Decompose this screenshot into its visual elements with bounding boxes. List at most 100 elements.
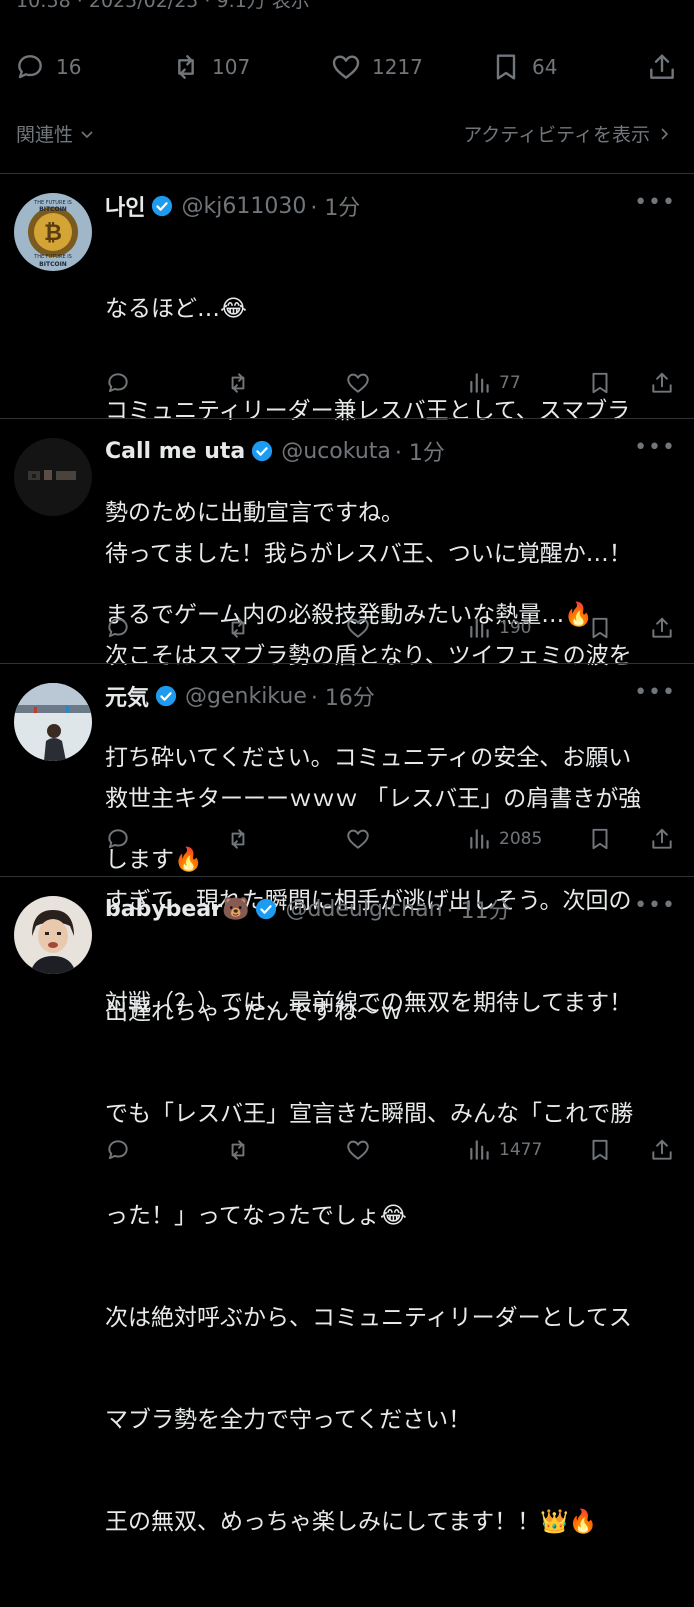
more-options-icon[interactable]: ••• <box>634 435 676 460</box>
show-activity-link[interactable]: アクティビティを表示 <box>463 120 672 147</box>
snow-photo-avatar-image <box>14 683 92 761</box>
bookmark-icon <box>592 828 608 850</box>
display-name[interactable]: 나인 <box>105 190 145 222</box>
heart-icon <box>332 55 360 79</box>
share-button[interactable] <box>649 615 675 641</box>
display-name[interactable]: 元気 <box>105 680 149 712</box>
reply-count: 16 <box>56 55 82 79</box>
timestamp[interactable]: · 16分 <box>311 680 375 712</box>
timestamp[interactable]: · 1分 <box>395 435 445 467</box>
repost-icon <box>231 618 245 638</box>
view-count: 77 <box>499 373 521 393</box>
reply-button[interactable]: 16 <box>14 44 81 90</box>
reply-text: 出遅れちゃったんですね〜ｗ でも「レスバ王」宣言きた瞬間、みんな「これで勝 った… <box>105 927 685 1607</box>
share-button[interactable] <box>649 826 675 852</box>
reply-tweet[interactable]: ₿ THE FUTURE IS BITCOIN THE FUTURE IS BI… <box>0 174 694 628</box>
reply-tweet[interactable]: babybear🐻 @ddeulgichan · 11分 ••• 出遅れちゃった… <box>0 877 694 1535</box>
share-button[interactable] <box>649 370 675 396</box>
repost-icon <box>178 55 194 79</box>
view-count: 190 <box>499 618 532 638</box>
avatar[interactable]: ₿ THE FUTURE IS BITCOIN THE FUTURE IS BI… <box>14 193 92 271</box>
repost-button[interactable] <box>225 370 251 396</box>
views-chart-icon <box>470 1140 489 1160</box>
like-button[interactable]: 1217 <box>330 44 423 90</box>
avatar[interactable] <box>14 683 92 761</box>
reply-header: babybear🐻 @ddeulgichan · 11分 <box>105 893 511 925</box>
views-button[interactable]: 2085 <box>467 826 542 852</box>
reply-action-bar: 190 <box>105 615 677 645</box>
bookmark-icon <box>592 617 608 639</box>
repost-icon <box>231 373 245 393</box>
sort-relevance-dropdown[interactable]: 関連性 <box>16 120 95 147</box>
reply-text-line: でも「レスバ王」宣言きた瞬間、みんな「これで勝 <box>105 1101 634 1127</box>
like-button[interactable] <box>345 826 371 852</box>
heart-icon <box>347 1140 369 1160</box>
verified-badge-icon <box>152 195 173 217</box>
display-name[interactable]: babybear🐻 <box>105 897 249 922</box>
user-handle[interactable]: @genkikue <box>185 684 307 709</box>
repost-icon <box>231 1140 245 1160</box>
svg-text:BITCOIN: BITCOIN <box>39 206 67 213</box>
verified-badge-icon <box>155 685 177 707</box>
heart-icon <box>347 829 369 849</box>
repost-button[interactable] <box>225 826 251 852</box>
reply-text-line: マブラ勢を全力で守ってください！ <box>105 1407 472 1433</box>
repost-button[interactable] <box>225 1137 251 1163</box>
views-chart-icon <box>470 618 489 638</box>
reply-sort-bar: 関連性 アクティビティを表示 <box>0 112 694 156</box>
user-handle[interactable]: @ddeulgichan <box>285 897 442 922</box>
reply-action-bar: 2085 <box>105 826 677 856</box>
reply-button[interactable] <box>105 1137 131 1163</box>
share-button[interactable] <box>649 1137 675 1163</box>
like-button[interactable] <box>345 1137 371 1163</box>
views-button[interactable]: 77 <box>467 370 521 396</box>
repost-button[interactable] <box>225 615 251 641</box>
bookmark-button[interactable] <box>587 1137 613 1163</box>
repost-button[interactable]: 107 <box>170 44 250 90</box>
repost-icon <box>231 829 245 849</box>
like-button[interactable] <box>345 615 371 641</box>
post-action-bar: 16 107 1217 64 <box>0 44 694 90</box>
bookmark-button[interactable] <box>587 370 613 396</box>
heart-icon <box>347 373 369 393</box>
reply-text-line: 出遅れちゃったんですね〜ｗ <box>105 999 403 1025</box>
bookmark-button[interactable] <box>587 826 613 852</box>
verified-badge-icon <box>256 898 277 920</box>
more-options-icon[interactable]: ••• <box>634 680 676 705</box>
reply-text-line: 次は絶対呼ぶから、コミュニティリーダーとしてス <box>105 1305 632 1331</box>
reply-tweet[interactable]: 元気 @genkikue · 16分 ••• 救世主キターーーｗｗｗ 「レスバ王… <box>0 664 694 1016</box>
dark-photo-avatar-image <box>14 438 92 516</box>
bookmark-button[interactable]: 64 <box>490 44 557 90</box>
reply-header: 元気 @genkikue · 16分 <box>105 680 375 712</box>
share-button[interactable] <box>646 44 678 90</box>
avatar[interactable] <box>14 896 92 974</box>
reply-text-line: 救世主キターーーｗｗｗ 「レスバ王」の肩書きが強 <box>105 786 642 812</box>
reply-icon <box>108 618 128 638</box>
views-chart-icon <box>470 829 489 849</box>
views-button[interactable]: 1477 <box>467 1137 542 1163</box>
reply-button[interactable] <box>105 615 131 641</box>
more-options-icon[interactable]: ••• <box>634 893 676 918</box>
reply-button[interactable] <box>105 826 131 852</box>
chevron-right-icon <box>661 127 669 140</box>
reply-text-line: 王の無双、めっちゃ楽しみにしてます！！👑🔥 <box>105 1509 598 1535</box>
reply-action-bar: 1477 <box>105 1137 677 1167</box>
reply-icon <box>108 829 128 849</box>
bookmark-button[interactable] <box>587 615 613 641</box>
view-count: 2085 <box>499 829 543 849</box>
reply-button[interactable] <box>105 370 131 396</box>
timestamp[interactable]: · 11分 <box>447 893 511 925</box>
more-options-icon[interactable]: ••• <box>634 190 676 215</box>
user-handle[interactable]: @kj611030 <box>181 194 306 219</box>
reply-header: Call me uta @ucokuta · 1分 <box>105 435 445 467</box>
timestamp[interactable]: · 1分 <box>310 190 360 222</box>
user-handle[interactable]: @ucokuta <box>281 439 391 464</box>
reply-text-line: なるほど…😂 <box>105 296 247 322</box>
bitcoin-avatar-image: ₿ THE FUTURE IS BITCOIN THE FUTURE IS BI… <box>14 193 92 271</box>
reply-tweet[interactable]: Call me uta @ucokuta · 1分 ••• 待ってました！我らが… <box>0 419 694 873</box>
views-button[interactable]: 190 <box>467 615 531 641</box>
avatar[interactable] <box>14 438 92 516</box>
reply-header: 나인 @kj611030 · 1分 <box>105 190 360 222</box>
display-name[interactable]: Call me uta <box>105 439 245 464</box>
like-button[interactable] <box>345 370 371 396</box>
